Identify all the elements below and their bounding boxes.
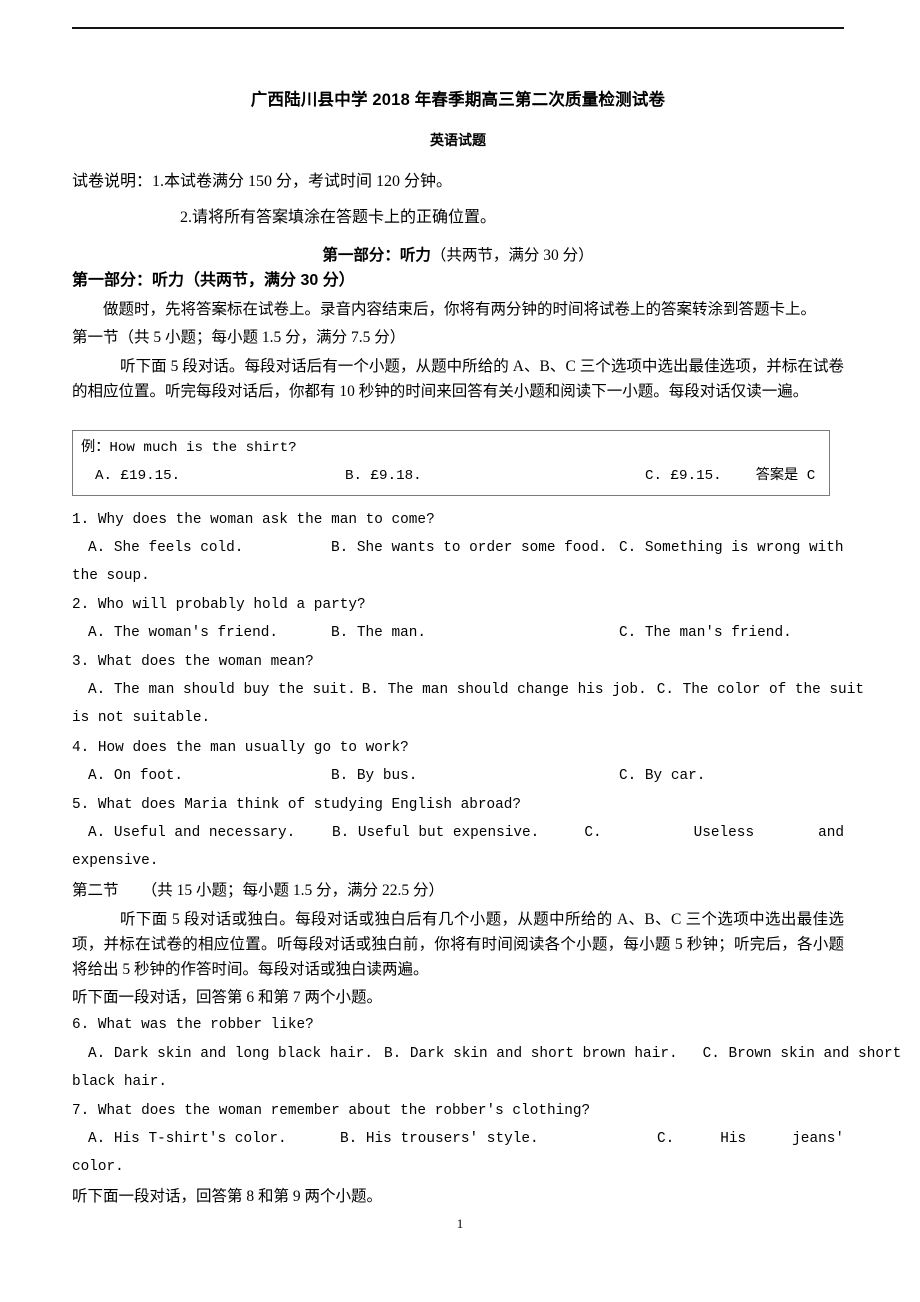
part-one-procedure: 做题时，先将答案标在试卷上。录音内容结束后，你将有两分钟的时间将试卷上的答案转涂… [103, 301, 817, 318]
option-a: A. Useful and necessary. [88, 824, 296, 841]
option-continuation: color. [72, 1158, 124, 1175]
question-options: A. Useful and necessary. B. Useful but e… [72, 819, 844, 847]
part-one-heading-bold: 第一部分：听力 [322, 246, 431, 264]
question-stem: 1. Why does the woman ask the man to com… [72, 511, 435, 528]
question-stem: 7. What does the woman remember about th… [72, 1102, 591, 1119]
part-one-bold-heading: 第一部分：听力（共两节，满分 30 分） [72, 272, 355, 289]
option-b: B. The man. [331, 625, 426, 642]
option-b: B. The man should change his job. [361, 682, 647, 699]
option-c-word-1: Useless [693, 824, 755, 841]
section-one-directions: 听下面 5 段对话。每段对话后有一个小题，从题中所给的 A、B、C 三个选项中选… [72, 358, 844, 401]
example-option-a: A. £19.15. [95, 468, 181, 485]
page-title: 广西陆川县中学 2018 年春季期高三第二次质量检测试卷 [250, 91, 666, 109]
question-options: A. She feels cold. B. She wants to order… [72, 534, 844, 562]
option-b: B. Dark skin and short brown hair. [383, 1045, 678, 1062]
option-continuation: expensive. [72, 852, 159, 869]
option-continuation: black hair. [72, 1073, 167, 1090]
page-subtitle: 英语试题 [430, 132, 486, 149]
example-answer: 答案是 C [755, 468, 816, 485]
question-stem: 6. What was the robber like? [72, 1017, 314, 1034]
part-one-centered-heading: 第一部分：听力（共两节，满分 30 分） [72, 244, 844, 267]
question-stem: 4. How does the man usually go to work? [72, 739, 409, 756]
option-c-label: C. [584, 824, 602, 841]
example-option-c: C. £9.15. [645, 468, 722, 485]
option-a: A. His T-shirt's color. [88, 1130, 287, 1147]
question-options: A. The man should buy the suit. B. The m… [72, 676, 864, 704]
question-options: A. Dark skin and long black hair. B. Dar… [72, 1040, 901, 1068]
option-c: C. By car. [619, 767, 706, 784]
option-c: C. The man's friend. [619, 625, 792, 642]
header-rule [72, 27, 844, 29]
option-c: C. Something is wrong with [619, 539, 844, 556]
dialog-cue-1: 听下面一段对话，回答第 6 和第 7 两个小题。 [72, 989, 383, 1007]
option-b: B. She wants to order some food. [331, 539, 608, 556]
option-continuation: the soup. [72, 568, 150, 585]
exam-paper-page: 广西陆川县中学 2018 年春季期高三第二次质量检测试卷 英语试题 试卷说明：1… [0, 0, 920, 1302]
option-b: B. His trousers' style. [340, 1130, 539, 1147]
example-options: A. £19.15. B. £9.18. C. £9.15. 答案是 C [81, 465, 821, 488]
instruction-line-2: 2.请将所有答案填涂在答题卡上的正确位置。 [180, 208, 497, 226]
section-two-directions: 听下面 5 段对话或独白。每段对话或独白后有几个小题，从题中所给的 A、B、C … [72, 911, 844, 979]
option-b: B. By bus. [331, 767, 418, 784]
question-stem: 5. What does Maria think of studying Eng… [72, 796, 522, 813]
option-a: A. Dark skin and long black hair. [88, 1045, 373, 1062]
part-one-heading-rest: （共两节，满分 30 分） [430, 246, 594, 264]
option-a: A. She feels cold. [88, 539, 244, 556]
example-option-b: B. £9.18. [345, 468, 422, 485]
option-continuation: is not suitable. [72, 710, 211, 727]
question-stem: 3. What does the woman mean? [72, 654, 314, 671]
page-number: 1 [456, 1216, 464, 1231]
question-options: A. His T-shirt's color. B. His trousers'… [72, 1125, 844, 1153]
option-a: A. The man should buy the suit. [88, 682, 356, 699]
option-b: B. Useful but expensive. [332, 824, 540, 841]
question-options: A. On foot. B. By bus. C. By car. [72, 762, 844, 790]
option-c-word-1: His [720, 1130, 747, 1147]
option-c-word-2: jeans' [792, 1130, 844, 1147]
page-content: 广西陆川县中学 2018 年春季期高三第二次质量检测试卷 英语试题 试卷说明：1… [72, 0, 901, 1209]
instruction-line-1: 试卷说明：1.本试卷满分 150 分，考试时间 120 分钟。 [72, 173, 453, 191]
example-box: 例：How much is the shirt? A. £19.15. B. £… [72, 430, 830, 496]
option-c: C. Brown skin and short [702, 1045, 902, 1062]
section-two-title: 第二节 （共 15 小题；每小题 1.5 分，满分 22.5 分） [72, 881, 445, 899]
option-a: A. The woman's friend. [88, 625, 278, 642]
question-stem: 2. Who will probably hold a party? [72, 597, 366, 614]
question-options: A. The woman's friend. B. The man. C. Th… [72, 619, 844, 647]
option-c: C. The color of the suit [656, 682, 864, 699]
option-a: A. On foot. [88, 767, 183, 784]
dialog-cue-2: 听下面一段对话，回答第 8 和第 9 两个小题。 [72, 1187, 383, 1205]
example-question: 例：How much is the shirt? [81, 440, 297, 457]
option-c-label: C. [656, 1130, 675, 1147]
section-one-title: 第一节（共 5 小题；每小题 1.5 分，满分 7.5 分） [72, 329, 406, 347]
option-c-word-2: and [818, 824, 844, 841]
